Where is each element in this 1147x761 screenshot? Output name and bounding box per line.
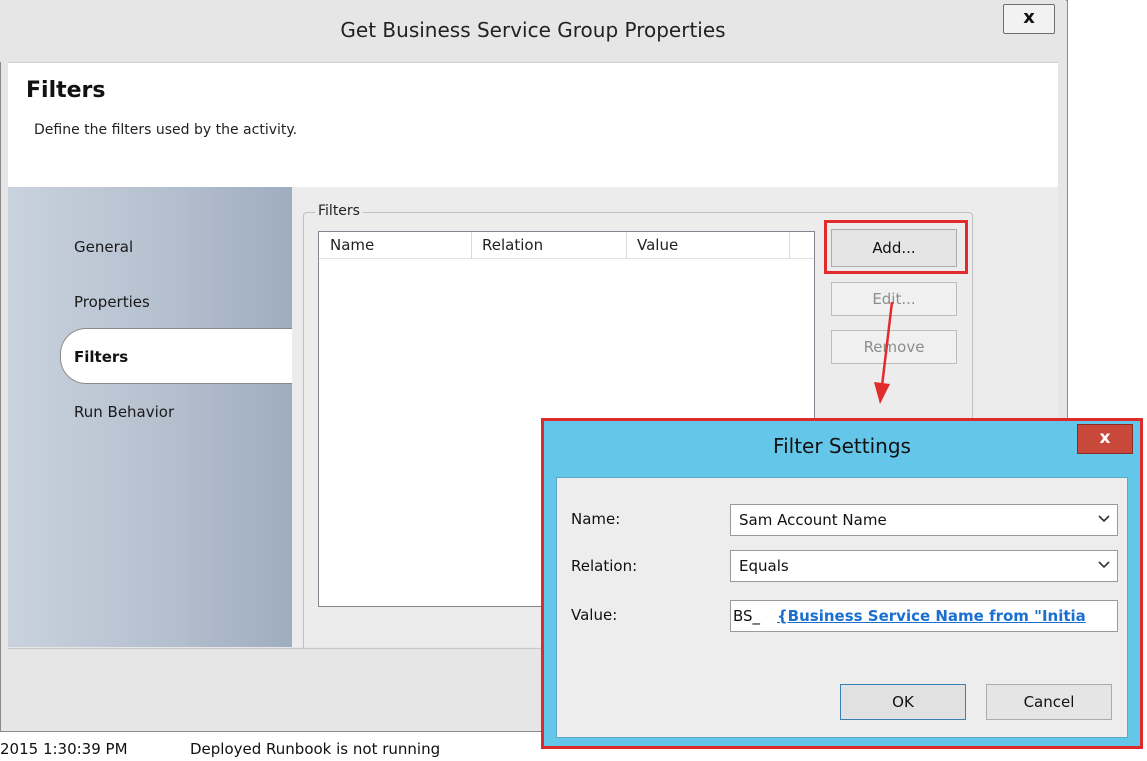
column-separator[interactable] xyxy=(626,232,627,258)
column-header-value[interactable]: Value xyxy=(637,236,678,254)
window-title: Get Business Service Group Properties xyxy=(340,18,726,42)
published-data-token[interactable]: {Business Service Name from "Initia xyxy=(777,607,1086,625)
chevron-down-icon xyxy=(1098,561,1110,569)
column-header-name[interactable]: Name xyxy=(330,236,374,254)
nav-item-general[interactable]: General xyxy=(74,238,133,256)
page-description: Define the filters used by the activity. xyxy=(34,122,298,138)
relation-dropdown-value: Equals xyxy=(739,557,789,575)
ok-button[interactable]: OK xyxy=(840,684,966,720)
page-title: Filters xyxy=(26,78,106,103)
cancel-button[interactable]: Cancel xyxy=(986,684,1112,720)
nav-item-run-behavior[interactable]: Run Behavior xyxy=(74,403,174,421)
status-time: 2015 1:30:39 PM xyxy=(0,740,128,758)
value-field-text: BS_ xyxy=(733,607,761,625)
filters-groupbox-label: Filters xyxy=(315,203,363,219)
filters-list-header xyxy=(319,232,814,259)
name-label: Name: xyxy=(571,510,621,528)
nav-item-properties[interactable]: Properties xyxy=(74,293,150,311)
nav-item-filters-label: Filters xyxy=(74,348,129,366)
column-separator[interactable] xyxy=(471,232,472,258)
name-dropdown[interactable]: Sam Account Name xyxy=(730,504,1118,536)
filter-settings-title: Filter Settings xyxy=(773,434,911,458)
name-dropdown-value: Sam Account Name xyxy=(739,511,887,529)
status-message: Deployed Runbook is not running xyxy=(190,740,441,758)
column-separator[interactable] xyxy=(789,232,790,258)
column-header-relation[interactable]: Relation xyxy=(482,236,543,254)
add-button[interactable]: Add... xyxy=(831,229,957,267)
filter-settings-close-button[interactable]: x xyxy=(1077,424,1133,454)
value-field[interactable]: BS_ {Business Service Name from "Initia xyxy=(730,600,1118,632)
close-button[interactable]: x xyxy=(1003,4,1055,34)
relation-label: Relation: xyxy=(571,557,638,575)
relation-dropdown[interactable]: Equals xyxy=(730,550,1118,582)
callout-arrow xyxy=(874,301,894,404)
value-label: Value: xyxy=(571,606,618,624)
chevron-down-icon xyxy=(1098,515,1110,523)
